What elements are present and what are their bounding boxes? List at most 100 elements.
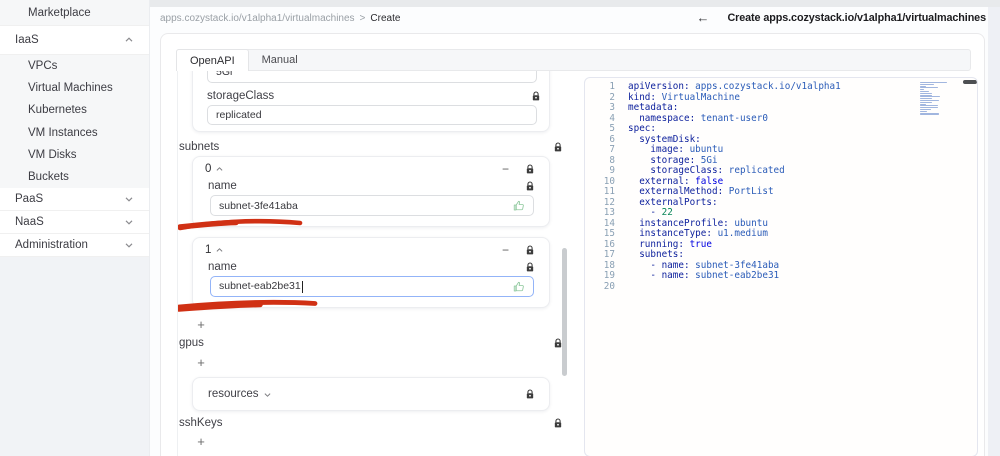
lock-icon [525,388,535,400]
sidebar: Marketplace IaaS VPCs Virtual Machines K… [0,0,150,456]
sidebar-item-label: VM Instances [28,126,98,139]
top-strip [150,0,1000,7]
lock-icon [553,417,563,429]
sidebar-group-paas[interactable]: PaaS [0,188,149,212]
openapi-form: 5Gi storageClass replicated subnets 0 − … [177,71,567,456]
sidebar-item-kubernetes[interactable]: Kubernetes [0,99,149,121]
chevron-down-icon [125,218,133,226]
lock-icon [525,244,535,256]
chevron-down-icon [125,195,133,203]
field-label: gpus [179,337,204,349]
add-sshkey-button[interactable]: + [192,434,210,449]
subnet-index: 0 [205,163,212,175]
sidebar-item-vpcs[interactable]: VPCs [0,55,149,77]
subnet-0-name-value: subnet-3fe41aba [219,199,298,212]
subnet-item-header: 0 − [205,163,535,175]
breadcrumb-path[interactable]: apps.cozystack.io/v1alpha1/virtualmachin… [160,13,355,24]
chevron-up-icon [125,36,133,44]
sidebar-item-label: VM Disks [28,148,77,161]
add-gpu-button[interactable]: + [192,355,210,370]
lock-icon [525,163,535,175]
sidebar-group-administration[interactable]: Administration [0,234,149,258]
subnet-item-1-card: 1 − name subnet-eab2be31 [192,237,550,308]
subnet-index: 1 [205,244,212,256]
subnet-name-label-row: name [208,261,535,273]
lock-icon [525,180,535,192]
resources-header: resources [208,388,535,400]
field-label: sshKeys [179,417,223,429]
tab-bar: OpenAPI Manual [176,49,971,71]
breadcrumb-current: Create [370,13,401,24]
editor-minimap[interactable] [920,82,950,118]
code-lines: 1 apiVersion: apps.cozystack.io/v1alpha1 2… [585,81,977,292]
sidebar-submenu-iaas: VPCs Virtual Machines Kubernetes VM Inst… [0,55,149,189]
subnets-label-row: subnets [179,141,563,153]
storage-input[interactable]: 5Gi [207,71,537,83]
minus-icon[interactable]: − [502,163,509,175]
subnet-0-name-input[interactable]: subnet-3fe41aba [210,195,534,216]
storage-input-value: 5Gi [216,71,233,78]
subnet-1-name-input[interactable]: subnet-eab2be31 [210,276,534,297]
sidebar-group-naas[interactable]: NaaS [0,211,149,235]
sidebar-item-label: Buckets [28,171,69,184]
resources-card[interactable]: resources [192,377,550,411]
lock-icon [553,141,563,153]
field-label: storageClass [207,90,275,102]
sidebar-item-buckets[interactable]: Buckets [0,166,149,188]
main-card: OpenAPI Manual 5Gi storageClass replicat… [160,33,985,456]
storageclass-label-row: storageClass [207,90,541,102]
storageclass-input-value: replicated [216,109,262,121]
storageclass-input[interactable]: replicated [207,105,537,125]
chevron-down-icon [125,241,133,249]
form-scrollbar-thumb[interactable] [562,248,567,376]
subnet-item-0-card: 0 − name subnet-3fe41aba [192,156,550,227]
page: Marketplace IaaS VPCs Virtual Machines K… [0,0,1000,456]
lock-icon [531,90,541,102]
like-icon[interactable] [513,200,525,212]
subnet-item-toggle[interactable]: 0 [205,163,223,175]
breadcrumb: apps.cozystack.io/v1alpha1/virtualmachin… [160,13,400,24]
sidebar-item-label: VPCs [28,60,58,73]
sidebar-group-label: Administration [15,239,88,252]
sidebar-item-label: Marketplace [28,6,91,19]
tab-manual[interactable]: Manual [249,50,311,70]
minus-icon[interactable]: − [502,244,509,256]
sidebar-group-iaas[interactable]: IaaS [0,25,149,55]
subnet-item-header: 1 − [205,244,535,256]
sidebar-item-label: Virtual Machines [28,82,113,95]
sidebar-item-label: Kubernetes [28,104,87,117]
breadcrumb-separator: > [359,13,366,24]
sidebar-item-marketplace[interactable]: Marketplace [0,0,149,25]
field-label: subnets [179,141,220,153]
field-label: resources [208,388,259,400]
sidebar-item-vm-disks[interactable]: VM Disks [0,144,149,166]
sidebar-group-label: NaaS [15,216,44,229]
tab-openapi[interactable]: OpenAPI [176,49,249,71]
yaml-editor[interactable]: 1 apiVersion: apps.cozystack.io/v1alpha1 2… [584,77,978,456]
like-icon[interactable] [513,281,525,293]
sidebar-item-virtual-machines[interactable]: Virtual Machines [0,77,149,99]
subnet-item-toggle[interactable]: 1 [205,244,223,256]
chevron-down-icon [264,391,271,398]
back-arrow-icon[interactable]: ← [696,10,709,25]
add-subnet-button[interactable]: + [192,317,210,332]
text-cursor [301,280,303,293]
gpus-label-row: gpus [179,337,563,349]
sidebar-footer-area [0,257,149,456]
field-label: name [208,261,237,273]
tab-label: OpenAPI [190,54,235,67]
code-line: 19 - name: subnet-eab2be31 [603,270,780,281]
field-label: name [208,180,237,192]
page-title: Create apps.cozystack.io/v1alpha1/virtua… [727,11,986,24]
subnet-1-name-value: subnet-eab2be31 [219,280,303,293]
subnet-name-label-row: name [208,180,535,192]
editor-scrollbar-thumb[interactable] [963,80,977,84]
sidebar-group-label: IaaS [15,34,39,46]
sidebar-group-label: PaaS [15,193,44,206]
chevron-up-icon [216,166,223,173]
tab-label: Manual [261,54,298,66]
lock-icon [525,261,535,273]
chevron-up-icon [216,247,223,254]
sidebar-item-vm-instances[interactable]: VM Instances [0,122,149,144]
code-line: 20 [603,280,615,292]
